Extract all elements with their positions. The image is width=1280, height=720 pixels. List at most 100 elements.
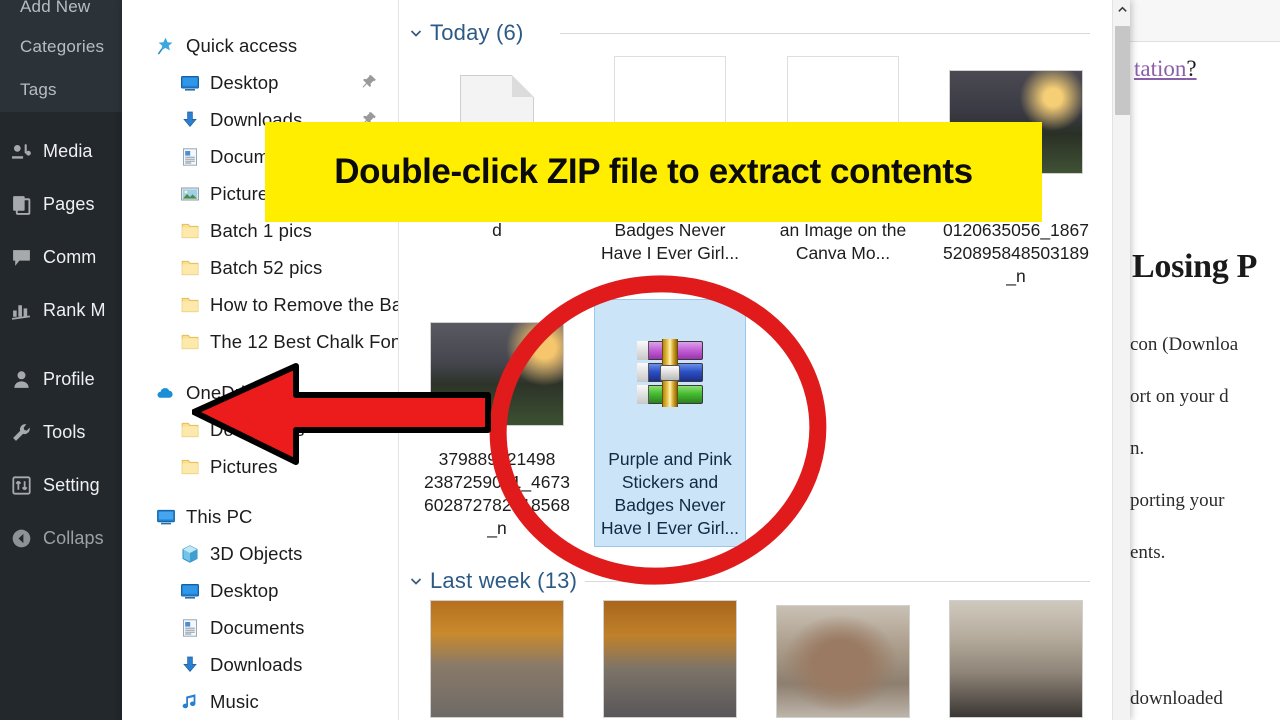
group-header-today[interactable]: Today (6) (408, 20, 524, 46)
chevron-down-icon (408, 25, 424, 41)
file-tile[interactable] (768, 605, 918, 720)
scroll-up-arrow-icon[interactable] (1113, 0, 1131, 19)
group-title: Today (6) (430, 20, 524, 45)
sidebar-item-pages[interactable]: Pages (10, 193, 95, 215)
file-thumbnail (595, 600, 745, 720)
group-divider (560, 33, 1090, 34)
download-icon (178, 108, 202, 132)
sidebar-label: Collaps (43, 527, 104, 548)
nav-label: How to Remove the Ba (210, 293, 399, 315)
photo-thumbnail (603, 600, 737, 718)
nav-label: Batch 52 pics (210, 256, 323, 278)
nav-item-how-to-remove-the-ba[interactable]: How to Remove the Ba (122, 286, 399, 323)
rank-math-icon (10, 299, 32, 321)
file-tile[interactable] (941, 600, 1091, 720)
nav-label: Documents (210, 616, 305, 638)
nav-item-batch-52-pics[interactable]: Batch 52 pics (122, 249, 398, 286)
desktop-icon (178, 579, 202, 603)
article-paragraph: con (Downloa (1130, 334, 1239, 355)
tools-icon (10, 421, 32, 443)
nav-item-3d-objects[interactable]: 3D Objects (122, 535, 398, 572)
file-thumbnail (422, 600, 572, 720)
nav-label: 3D Objects (210, 542, 303, 564)
file-tile[interactable] (595, 600, 745, 720)
article-paragraph: n. (1130, 438, 1145, 459)
nav-item-thispc-desktop[interactable]: Desktop (122, 572, 398, 609)
sidebar-label: Tools (43, 421, 86, 442)
sidebar-item-comments[interactable]: Comm (10, 246, 96, 268)
nav-item-this-pc[interactable]: This PC (122, 498, 398, 535)
sidebar-label: Rank M (43, 299, 106, 320)
comments-icon (10, 246, 32, 268)
nav-item-thispc-documents[interactable]: Documents (122, 609, 398, 646)
photo-thumbnail (430, 600, 564, 718)
sidebar-label: Profile (43, 368, 95, 389)
sidebar-item-tags[interactable]: Tags (20, 80, 57, 100)
document-icon (178, 145, 202, 169)
wordpress-admin-sidebar: Add New Categories Tags Media Pages Comm (0, 0, 122, 720)
onedrive-icon (154, 381, 178, 405)
background-article: tation? Losing P con (Downloa ort on you… (1128, 0, 1280, 720)
sidebar-item-add-new[interactable]: Add New (20, 0, 90, 17)
nav-label: Quick access (186, 34, 298, 56)
profile-icon (10, 368, 32, 390)
article-paragraph: ents. (1130, 542, 1166, 563)
sidebar-item-rank-math[interactable]: Rank M (10, 299, 106, 321)
folder-icon (178, 293, 202, 317)
document-icon (178, 616, 202, 640)
sidebar-item-tools[interactable]: Tools (10, 421, 86, 443)
photo-thumbnail (776, 605, 910, 718)
article-link-suffix: ? (1186, 56, 1197, 81)
nav-label: Music (210, 690, 259, 712)
article-link[interactable]: tation? (1134, 56, 1197, 82)
sidebar-label: Comm (43, 246, 97, 267)
scrollbar-thumb[interactable] (1115, 26, 1130, 115)
file-thumbnail (941, 600, 1091, 720)
sidebar-item-profile[interactable]: Profile (10, 368, 95, 390)
desktop-icon (178, 71, 202, 95)
article-paragraph: ort on your d (1130, 386, 1229, 407)
article-paragraph: porting your (1130, 490, 1225, 511)
article-topbar (1128, 0, 1280, 42)
sidebar-item-collapse-menu[interactable]: Collaps (10, 527, 104, 549)
music-icon (178, 690, 202, 714)
red-circle-highlight (489, 275, 827, 585)
sidebar-item-media[interactable]: Media (10, 140, 93, 162)
folder-icon (178, 256, 202, 280)
article-paragraph: downloaded (1130, 688, 1223, 709)
pin-icon[interactable] (361, 74, 377, 90)
collapse-icon (10, 527, 32, 549)
pictures-icon (178, 182, 202, 206)
sidebar-item-categories[interactable]: Categories (20, 37, 104, 57)
nav-label: Downloads (210, 653, 303, 675)
star-pin-icon (154, 34, 178, 58)
nav-label: Desktop (210, 71, 279, 93)
red-arrow-pointer (192, 363, 491, 465)
sidebar-label: Setting (43, 474, 100, 495)
sidebar-label: Media (43, 140, 93, 161)
3dobjects-icon (178, 542, 202, 566)
nav-item-quick-access[interactable]: Quick access (122, 27, 398, 64)
nav-item-desktop[interactable]: Desktop (122, 64, 398, 101)
article-heading: Losing P (1132, 248, 1258, 285)
vertical-scrollbar[interactable] (1112, 0, 1130, 720)
nav-label: Batch 1 pics (210, 219, 312, 241)
nav-item-thispc-downloads[interactable]: Downloads (122, 646, 398, 683)
thispc-icon (154, 505, 178, 529)
photo-thumbnail (949, 600, 1083, 718)
pages-icon (10, 193, 32, 215)
screenshot-root: tation? Losing P con (Downloa ort on you… (0, 0, 1280, 720)
sidebar-item-settings[interactable]: Setting (10, 474, 100, 496)
nav-label: Desktop (210, 579, 279, 601)
instruction-text: Double-click ZIP file to extract content… (334, 152, 973, 191)
file-tile[interactable] (422, 600, 572, 720)
nav-label: This PC (186, 505, 253, 527)
download-icon (178, 653, 202, 677)
folder-icon (178, 219, 202, 243)
settings-icon (10, 474, 32, 496)
file-thumbnail (768, 605, 918, 720)
chevron-down-icon (408, 573, 424, 589)
media-icon (10, 140, 32, 162)
nav-item-music[interactable]: Music (122, 683, 398, 720)
sidebar-label: Pages (43, 193, 95, 214)
